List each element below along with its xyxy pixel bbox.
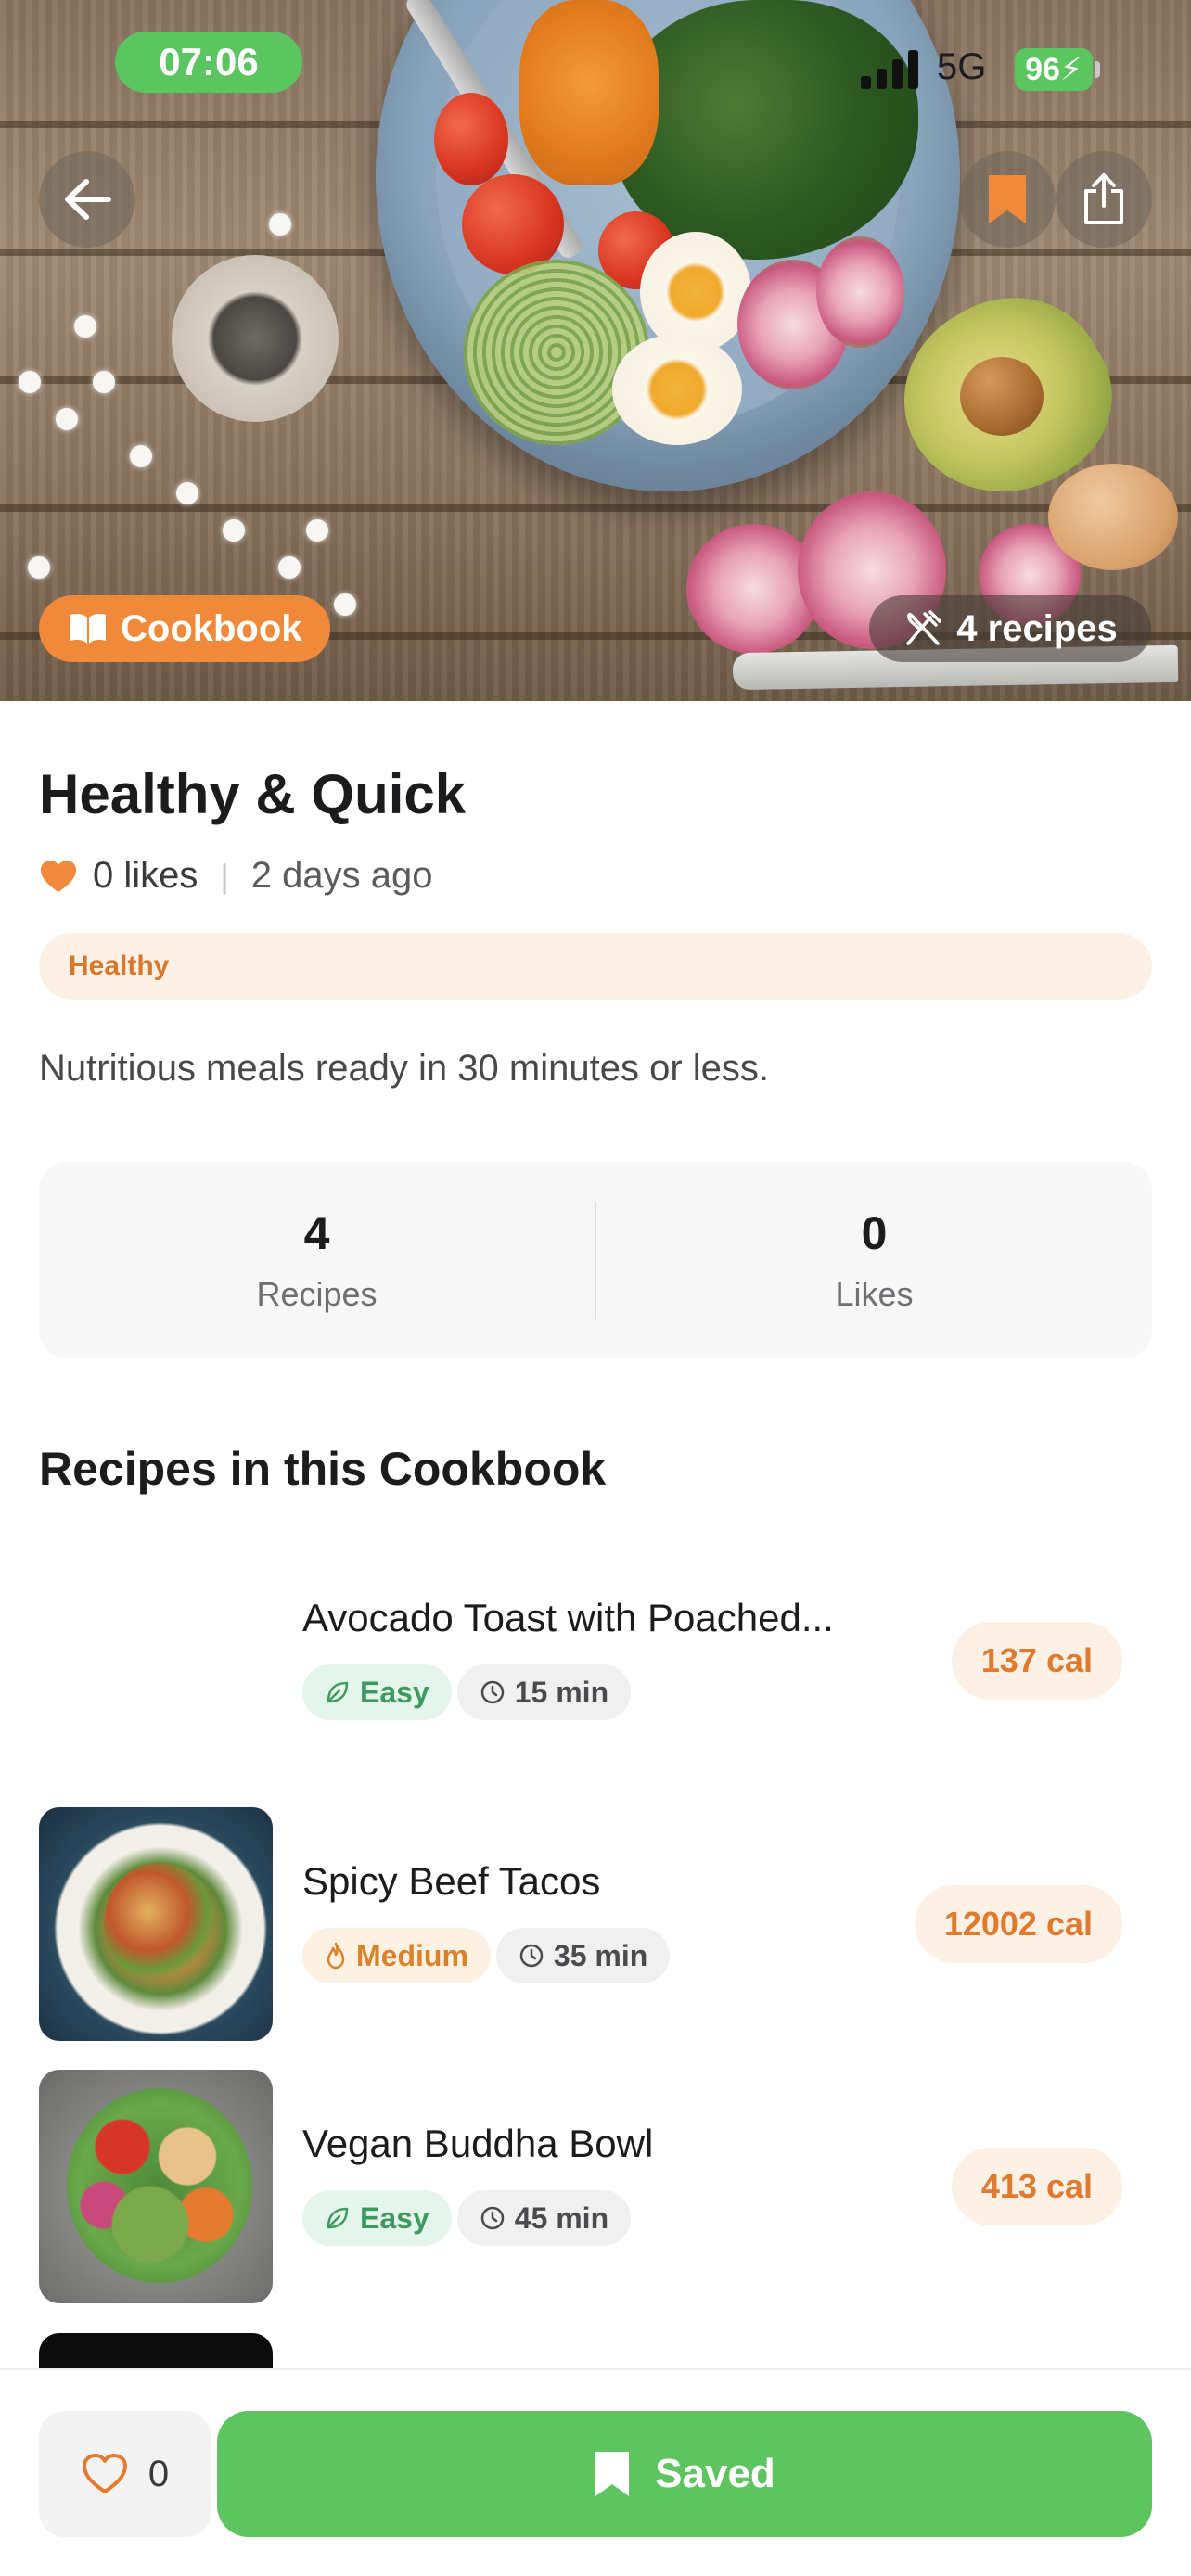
calorie-badge: 413 cal: [951, 2148, 1122, 2225]
recipe-name: Vegan Buddha Bowl: [302, 2122, 654, 2165]
recipe-name: Avocado Toast with Poached...: [302, 1596, 834, 1639]
recipe-thumbnail: [39, 1807, 273, 2041]
flower-graphic: [28, 556, 50, 579]
arrow-left-icon: [65, 179, 111, 220]
battery-indicator: 96⚡: [1015, 48, 1093, 91]
recipe-chips: Easy 15 min: [302, 1664, 632, 1720]
recipe-row[interactable]: Vegan Buddha Bowl Easy 45 min 413 cal: [39, 2070, 1152, 2303]
flower-graphic: [269, 213, 291, 236]
heart-icon[interactable]: [39, 859, 78, 894]
open-book-icon: [70, 614, 106, 644]
tag-healthy[interactable]: Healthy: [39, 933, 1152, 1000]
difficulty-chip: Easy: [302, 2190, 452, 2246]
recipe-chips: Easy 45 min: [302, 2190, 632, 2246]
flower-graphic: [130, 445, 152, 467]
recipe-thumbnail: [39, 2333, 273, 2370]
cookbook-description: Nutritious meals ready in 30 minutes or …: [39, 1048, 769, 1089]
avocado-pit-graphic: [960, 357, 1044, 436]
recipe-chips: Medium 35 min: [302, 1928, 671, 1983]
meta-separator: |: [220, 856, 229, 895]
bookmark-icon: [596, 2452, 630, 2496]
flower-graphic: [278, 556, 301, 579]
recipe-name: Spicy Beef Tacos: [302, 1859, 601, 1903]
stat-likes: 0 Likes: [596, 1206, 1152, 1314]
flower-graphic: [176, 482, 198, 504]
flower-graphic: [19, 371, 41, 393]
time-chip: 45 min: [456, 2190, 632, 2246]
share-button[interactable]: [1056, 151, 1152, 248]
flower-graphic: [306, 519, 328, 542]
stat-label: Recipes: [256, 1275, 378, 1313]
charging-bolt-icon: ⚡: [1059, 52, 1082, 87]
stat-value: 0: [861, 1207, 888, 1259]
pepper-bowl-graphic: [172, 255, 339, 422]
saved-label: Saved: [655, 2451, 775, 2496]
likes-count: 0 likes: [93, 855, 198, 896]
recipes-count-pill: 4 recipes: [869, 595, 1151, 662]
flower-graphic: [56, 408, 78, 430]
whole-egg-graphic: [1048, 464, 1178, 570]
clock-icon: [480, 1680, 504, 1704]
difficulty-chip: Easy: [302, 1664, 452, 1720]
cookbook-meta: 0 likes | 2 days ago: [39, 855, 432, 897]
status-time: 07:06: [115, 32, 302, 93]
cookbook-badge: Cookbook: [39, 595, 330, 662]
recipe-row[interactable]: Avocado Toast with Poached... Easy 15 mi…: [39, 1544, 1152, 1778]
egg-graphic: [612, 334, 742, 445]
bookmark-button[interactable]: [959, 151, 1056, 248]
recipe-row[interactable]: Spicy Beef Tacos Medium 35 min 12002 cal: [39, 1807, 1152, 2041]
flower-graphic: [93, 371, 115, 393]
flower-graphic: [334, 593, 356, 616]
flower-graphic: [223, 519, 245, 542]
leaf-icon: [327, 1681, 349, 1703]
share-icon: [1084, 173, 1123, 224]
heart-outline-icon: [82, 2454, 127, 2493]
page-title: Healthy & Quick: [39, 763, 467, 825]
stat-label: Likes: [835, 1275, 914, 1313]
stats-card: 4 Recipes 0 Likes: [39, 1162, 1152, 1358]
clock-icon: [519, 1944, 544, 1968]
carrot-graphic: [519, 0, 659, 185]
leaf-icon: [327, 2207, 349, 2229]
battery-cap: [1095, 61, 1100, 78]
tomato-graphic: [434, 93, 508, 185]
stat-value: 4: [303, 1207, 330, 1259]
difficulty-label: Easy: [360, 1675, 429, 1709]
recipes-count-label: 4 recipes: [956, 607, 1118, 649]
flame-icon: [327, 1942, 345, 1970]
egg-graphic: [640, 232, 751, 352]
back-button[interactable]: [39, 151, 135, 248]
saved-button[interactable]: Saved: [217, 2411, 1152, 2537]
like-button[interactable]: 0: [39, 2411, 211, 2537]
bookmark-icon: [989, 175, 1026, 223]
battery-level: 96: [1025, 52, 1060, 87]
calorie-badge: 12002 cal: [914, 1885, 1122, 1963]
recipe-thumbnail: [39, 1544, 273, 1778]
like-count: 0: [147, 2453, 170, 2494]
clock-icon: [480, 2206, 504, 2230]
radish-graphic: [816, 236, 904, 348]
network-type: 5G: [937, 46, 987, 87]
flower-graphic: [74, 315, 96, 338]
recipe-row[interactable]: [39, 2333, 1152, 2370]
difficulty-chip: Medium: [302, 1928, 491, 1983]
time-label: 45 min: [514, 2200, 609, 2235]
cookbook-badge-label: Cookbook: [121, 607, 302, 649]
difficulty-label: Medium: [356, 1938, 468, 1972]
bottom-action-bar: 0 Saved: [0, 2368, 1191, 2576]
time-label: 15 min: [514, 1675, 609, 1709]
fork-knife-icon: [906, 610, 942, 645]
signal-icon: [861, 46, 918, 89]
posted-time: 2 days ago: [250, 855, 433, 896]
time-label: 35 min: [553, 1938, 648, 1972]
difficulty-label: Easy: [360, 2200, 429, 2235]
recipe-thumbnail: [39, 2070, 273, 2303]
section-title: Recipes in this Cookbook: [39, 1443, 607, 1495]
stat-recipes: 4 Recipes: [39, 1206, 595, 1314]
time-chip: 15 min: [456, 1664, 632, 1720]
calorie-badge: 137 cal: [951, 1622, 1122, 1700]
time-chip: 35 min: [495, 1928, 671, 1983]
